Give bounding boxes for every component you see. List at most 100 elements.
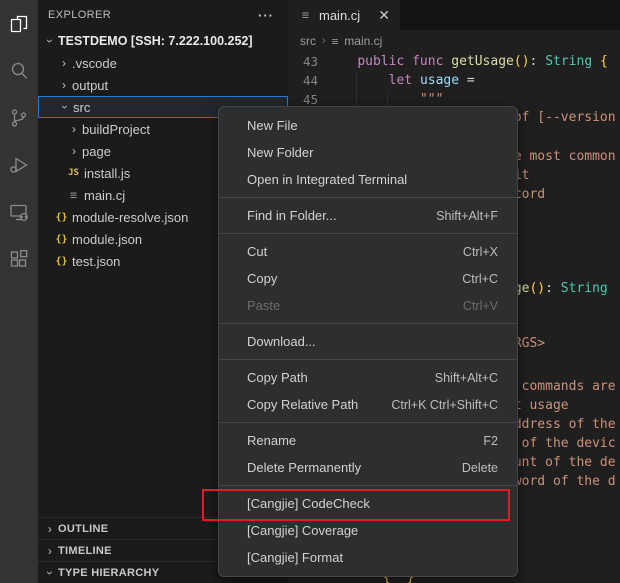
code-text: public func getUsage(): String { — [326, 52, 608, 71]
menu-item-shortcut: Ctrl+C — [462, 272, 498, 286]
code-token: : — [545, 281, 553, 296]
code-token: { — [600, 54, 608, 69]
file-icon: ≡ — [332, 35, 339, 48]
menu-item-copy[interactable]: CopyCtrl+C — [219, 265, 517, 292]
chevron-down-icon: › — [43, 565, 57, 581]
menu-item-label: Find in Folder... — [247, 208, 337, 223]
chevron-right-icon[interactable]: › — [66, 122, 82, 136]
tree-item-label: page — [82, 144, 111, 159]
menu-item-label: Delete Permanently — [247, 460, 361, 475]
cj-file-icon: ≡ — [66, 188, 81, 202]
search-icon[interactable] — [0, 47, 38, 94]
close-icon[interactable]: ✕ — [378, 8, 390, 22]
breadcrumb-item-file[interactable]: main.cj — [344, 34, 382, 48]
explorer-icon[interactable] — [0, 0, 38, 47]
code-token: = — [467, 73, 475, 88]
code-token: sword of the d — [506, 474, 616, 489]
tree-item-label: TESTDEMO [SSH: 7.222.100.252] — [58, 34, 253, 48]
menu-item-label: Copy Relative Path — [247, 397, 358, 412]
menu-item-new-folder[interactable]: New Folder — [219, 139, 517, 166]
json-file-icon: {} — [54, 212, 69, 223]
chevron-right-icon: › — [42, 544, 58, 558]
code-line-43: 43 public func getUsage(): String { — [288, 52, 620, 71]
code-token — [592, 54, 600, 69]
menu-item-copy-relative-path[interactable]: Copy Relative Path Ctrl+K Ctrl+Shift+C — [219, 391, 517, 418]
run-debug-icon[interactable] — [0, 141, 38, 188]
tab-bar: ≡ main.cj ✕ — [288, 0, 620, 30]
menu-separator — [219, 359, 517, 360]
menu-separator — [219, 422, 517, 423]
code-fragment: address of the — [506, 415, 616, 434]
menu-item-cangjie-codecheck[interactable]: [Cangjie] CodeCheck — [219, 490, 517, 517]
tree-item-label: .vscode — [72, 56, 117, 71]
menu-item-paste: PasteCtrl+V — [219, 292, 517, 319]
tree-item-output[interactable]: ›output — [38, 74, 288, 96]
tree-item-label: output — [72, 78, 108, 93]
chevron-right-icon[interactable]: › — [56, 78, 72, 92]
chevron-down-icon[interactable]: › — [58, 99, 72, 115]
menu-item-label: [Cangjie] Coverage — [247, 523, 358, 538]
extensions-icon[interactable] — [0, 235, 38, 282]
menu-item-cangjie-format[interactable]: [Cangjie] Format — [219, 544, 517, 571]
tree-item-vscode[interactable]: ›.vscode — [38, 52, 288, 74]
sidebar-title: EXPLORER — [48, 9, 111, 21]
menu-item-label: Cut — [247, 244, 267, 259]
code-token — [326, 54, 357, 69]
breadcrumb: src › ≡ main.cj — [288, 30, 620, 52]
json-file-icon: {} — [54, 256, 69, 267]
more-actions-icon[interactable]: ··· — [258, 8, 274, 23]
menu-item-find-in-folder[interactable]: Find in Folder...Shift+Alt+F — [219, 202, 517, 229]
code-token — [404, 54, 412, 69]
code-fragment: rof [--version — [506, 108, 616, 127]
code-fragment: age(): String — [506, 279, 608, 298]
code-fragment: he most common — [506, 147, 616, 166]
line-number: 44 — [288, 71, 318, 90]
tree-item-testdemo-ssh-7-222-100-252[interactable]: ›TESTDEMO [SSH: 7.222.100.252] — [38, 30, 288, 52]
menu-item-shortcut: Ctrl+K Ctrl+Shift+C — [391, 398, 498, 412]
tree-item-label: test.json — [72, 254, 120, 269]
menu-item-shortcut: Ctrl+X — [463, 245, 498, 259]
code-token: } { — [383, 576, 414, 583]
remote-explorer-icon[interactable] — [0, 188, 38, 235]
code-text: let usage = — [326, 71, 475, 90]
code-token: rof [--version — [506, 110, 616, 125]
code-token: usage — [420, 73, 459, 88]
menu-item-cangjie-coverage[interactable]: [Cangjie] Coverage — [219, 517, 517, 544]
menu-item-delete-permanently[interactable]: Delete Permanently Delete — [219, 454, 517, 481]
menu-separator — [219, 485, 517, 486]
code-token: String — [545, 54, 592, 69]
code-lines: 43 public func getUsage(): String {44 le… — [288, 52, 620, 109]
menu-item-download[interactable]: Download... — [219, 328, 517, 355]
chevron-down-icon[interactable]: › — [43, 33, 57, 49]
file-icon: ≡ — [298, 8, 313, 22]
menu-item-rename[interactable]: RenameF2 — [219, 427, 517, 454]
json-file-icon: {} — [54, 234, 69, 245]
code-fragment: d commands are — [506, 377, 616, 396]
code-fragment: sword of the d — [506, 472, 616, 491]
menu-item-label: Copy Path — [247, 370, 308, 385]
menu-item-new-file[interactable]: New File — [219, 112, 517, 139]
source-control-icon[interactable] — [0, 94, 38, 141]
tree-item-label: main.cj — [84, 188, 125, 203]
menu-item-label: Rename — [247, 433, 296, 448]
chevron-right-icon[interactable]: › — [56, 56, 72, 70]
menu-separator — [219, 233, 517, 234]
section-label: TIMELINE — [58, 545, 112, 557]
code-fragment: ount of the de — [506, 453, 616, 472]
code-token: public — [357, 54, 404, 69]
menu-item-label: New Folder — [247, 145, 313, 160]
code-token: """ — [420, 92, 443, 107]
code-token: ount of the de — [506, 455, 616, 470]
menu-item-cut[interactable]: Cut Ctrl+X — [219, 238, 517, 265]
tree-item-label: src — [73, 100, 90, 115]
menu-item-shortcut: Delete — [462, 461, 498, 475]
tab-main-cj[interactable]: ≡ main.cj ✕ — [288, 0, 400, 30]
menu-item-copy-path[interactable]: Copy PathShift+Alt+C — [219, 364, 517, 391]
tree-item-label: module.json — [72, 232, 142, 247]
chevron-right-icon[interactable]: › — [66, 144, 82, 158]
tree-item-label: install.js — [84, 166, 130, 181]
code-token: he most common — [506, 149, 616, 164]
menu-item-open-in-integrated-terminal[interactable]: Open in Integrated Terminal — [219, 166, 517, 193]
menu-separator — [219, 323, 517, 324]
breadcrumb-item-src[interactable]: src — [300, 34, 316, 48]
